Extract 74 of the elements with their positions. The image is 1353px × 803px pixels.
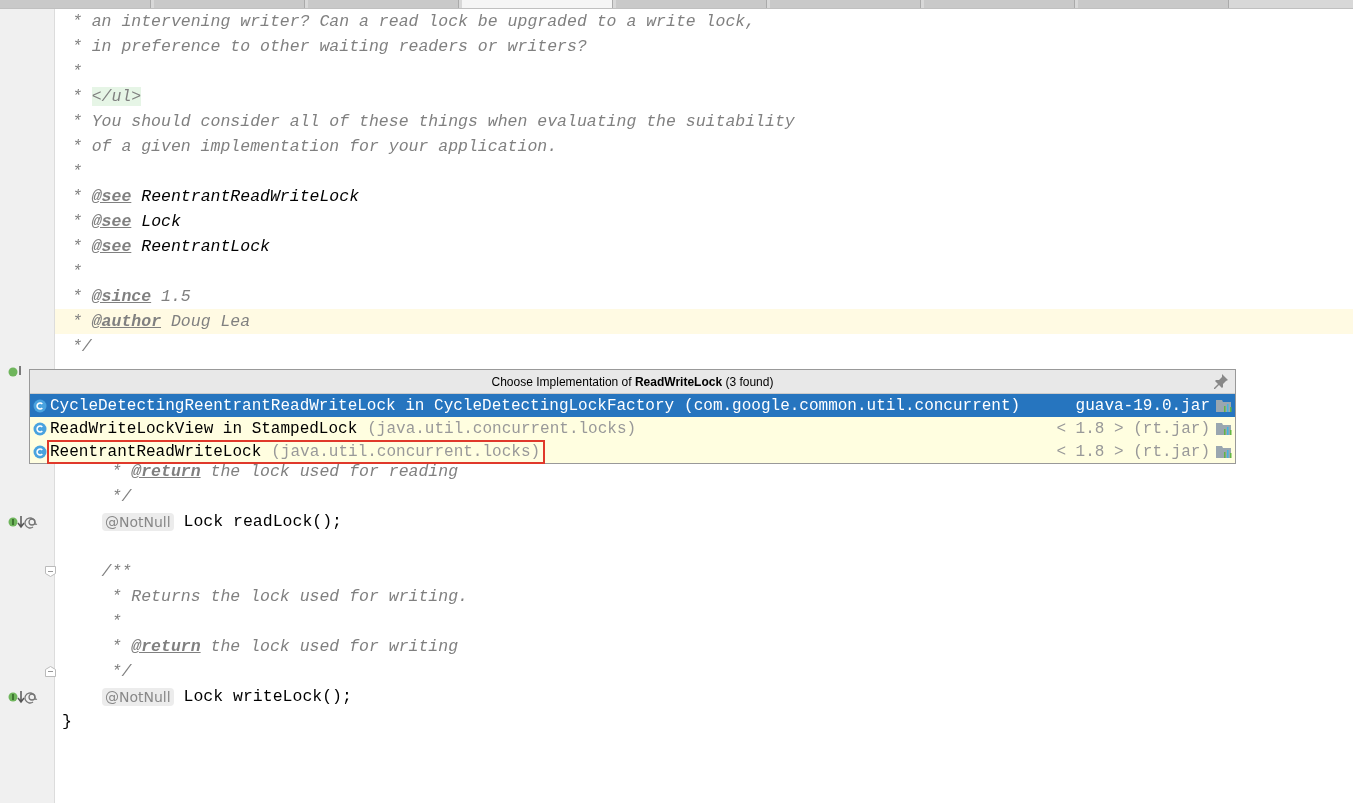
class-icon [33,421,47,436]
library-name: guava-19.0.jar [1075,396,1210,415]
class-name: ReentrantReadWriteLock [50,442,262,461]
comment-text: * [110,462,123,481]
implemented-method-icon[interactable] [8,689,38,704]
javadoc-tag: @since [91,287,152,306]
interface-marker-icon[interactable] [8,364,24,379]
editor-tab[interactable] [616,0,767,8]
editor-tab[interactable] [924,0,1075,8]
comment-text: * [70,187,83,206]
javadoc-tag: @return [131,637,201,656]
javadoc-tag: @see [91,237,132,256]
class-icon [33,444,47,459]
editor-tab[interactable] [1078,0,1229,8]
annotation-hint: @NotNull [102,687,174,706]
code-text: } [62,712,72,731]
comment-text: * [70,87,83,106]
package-name: (com.google.common.util.concurrent) [684,396,1021,415]
comment-text: * [110,637,123,656]
library-name: < 1.8 > (rt.jar) [1056,419,1210,438]
comment-text: * [70,287,83,306]
package-name: (java.util.concurrent.locks) [271,442,541,461]
class-name: CycleDetectingReentrantReadWriteLock in CycleDetectingLockFactory [50,396,675,415]
editor-tab[interactable] [154,0,305,8]
comment-text: * of a given implementation for your application. [70,137,558,156]
editor-tab[interactable] [0,0,151,8]
comment-text: * [70,237,83,256]
javadoc-tag: @see [91,187,132,206]
comment-text: * [70,262,82,281]
code-text: Lock readLock(); [182,512,342,531]
implemented-method-icon[interactable] [8,514,38,529]
package-name: (java.util.concurrent.locks) [367,419,637,438]
annotation-hint: @NotNull [102,512,174,531]
class-name: ReadWriteLockView in StampedLock [50,419,358,438]
implementation-item[interactable]: ReadWriteLockView in StampedLock (java.util.concurrent.locks) < 1.8 > (rt.jar) [30,417,1235,440]
library-icon [1216,421,1232,436]
javadoc-reference: ReentrantLock [140,237,270,256]
comment-text: 1.5 [160,287,191,306]
library-name: < 1.8 > (rt.jar) [1056,442,1210,461]
comment-text: * [70,162,82,181]
comment-text: * in preference to other waiting readers or writers? [70,37,587,56]
comment-text: * You should consider all of these things when evaluating the suitability [70,112,795,131]
pin-icon[interactable] [1213,373,1229,389]
javadoc-tag: @author [91,312,162,331]
implementation-item[interactable]: CycleDetectingReentrantReadWriteLock in CycleDetectingLockFactory (com.google.common.util.concurrent) guava-19.0.jar [30,394,1235,417]
library-icon [1216,398,1232,413]
comment-text: * [110,612,122,631]
comment-text: * [70,212,83,231]
library-icon [1216,444,1232,459]
comment-text: * an intervening writer? Can a read lock be upgraded to a write lock, [70,12,756,31]
editor-tab[interactable] [308,0,459,8]
javadoc-reference: Lock [140,212,181,231]
javadoc-tag: @return [131,462,201,481]
fold-marker-icon[interactable] [45,666,56,677]
comment-text: Doug Lea [169,312,251,331]
comment-text: * [70,312,83,331]
editor-tab[interactable] [462,0,613,8]
comment-text: * [70,62,82,81]
javadoc-tag: @see [91,212,132,231]
editor-tab[interactable] [770,0,921,8]
implementation-item[interactable]: ReentrantReadWriteLock (java.util.concurrent.locks) < 1.8 > (rt.jar) [30,440,1235,463]
comment-text: */ [110,662,132,681]
popup-title: Choose Implementation of ReadWriteLock (3 found) [491,374,774,389]
javadoc-reference: ReentrantReadWriteLock [140,187,360,206]
class-icon [33,398,47,413]
code-text: Lock writeLock(); [182,687,352,706]
comment-text: */ [70,337,92,356]
comment-text: */ [110,487,132,506]
html-tag: </ul> [91,87,142,106]
comment-text: the lock used for reading [209,462,459,481]
comment-text: /** [100,562,132,581]
comment-text: * Returns the lock used for writing. [110,587,468,606]
comment-text: the lock used for writing [209,637,459,656]
fold-marker-icon[interactable] [45,566,56,577]
